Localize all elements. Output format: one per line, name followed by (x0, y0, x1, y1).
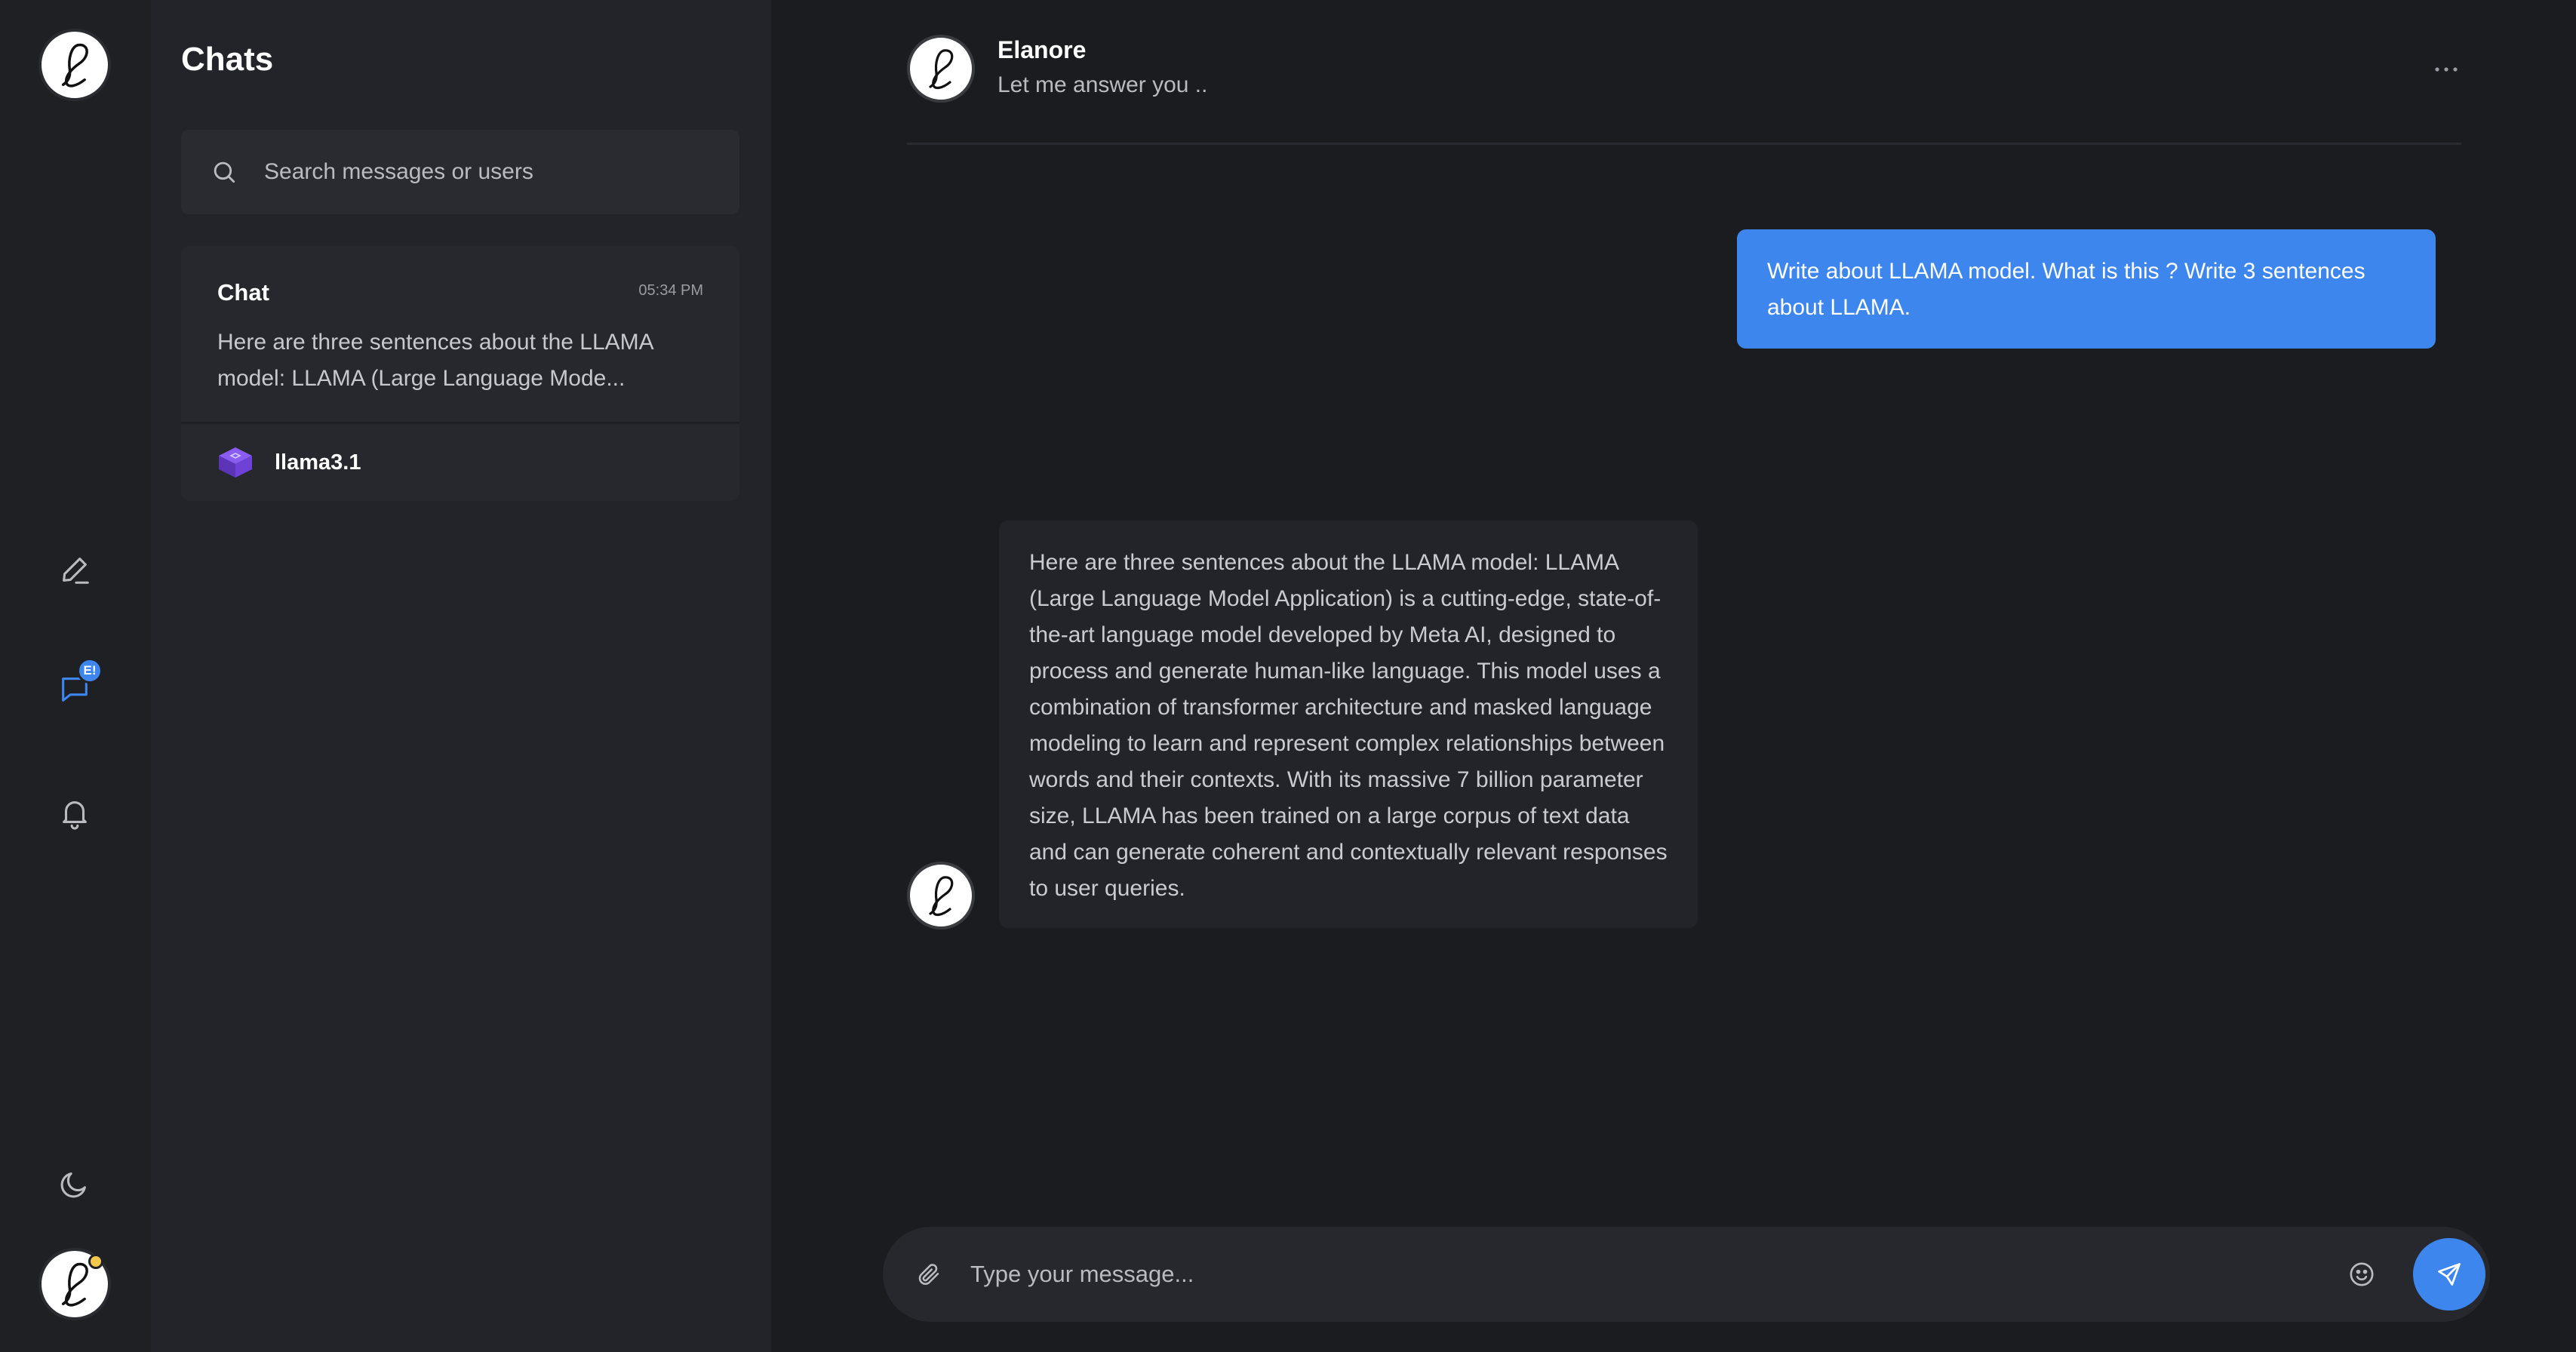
search-icon (214, 161, 235, 183)
script-l-logo-icon (48, 38, 101, 91)
chat-list-item[interactable]: Chat 05:34 PM Here are three sentences a… (181, 246, 739, 501)
conversation-pane: Elanore Let me answer you .. Write about… (771, 0, 2576, 1352)
contact-avatar[interactable] (907, 35, 975, 103)
moon-icon[interactable] (53, 1162, 97, 1206)
model-name: llama3.1 (275, 450, 361, 475)
chats-title: Chats (181, 41, 274, 78)
incoming-message: Here are three sentences about the LLAMA… (999, 521, 1698, 928)
send-plane-icon (2438, 1263, 2461, 1286)
more-options-button[interactable] (2431, 54, 2461, 84)
send-button[interactable] (2413, 1238, 2485, 1311)
smiley-icon (2350, 1262, 2374, 1286)
contact-status: Let me answer you .. (998, 72, 1208, 97)
paperclip-icon (918, 1264, 939, 1286)
chat-timestamp: 05:34 PM (638, 282, 703, 299)
left-rail: E! (0, 0, 151, 1352)
contact-name: Elanore (998, 36, 1087, 63)
conversation-header: Elanore Let me answer you .. (907, 35, 2461, 145)
ellipsis-icon (2435, 67, 2458, 72)
online-status-dot (88, 1254, 103, 1269)
search-box[interactable] (181, 130, 739, 214)
emoji-button[interactable] (2345, 1258, 2378, 1291)
chat-model-row[interactable]: llama3.1 (181, 424, 739, 501)
incoming-message-avatar (907, 862, 975, 930)
model-cube-icon (219, 447, 252, 478)
message-input[interactable] (970, 1261, 2345, 1288)
outgoing-message: Write about LLAMA model. What is this ? … (1737, 229, 2436, 349)
chat-list-item-body[interactable]: Chat 05:34 PM Here are three sentences a… (181, 246, 739, 424)
user-avatar[interactable] (38, 1248, 111, 1320)
chat-preview: Here are three sentences about the LLAMA… (217, 330, 653, 391)
chats-panel: Chats Chat 05:34 PM Here are three sente… (151, 0, 771, 1352)
search-input[interactable] (264, 159, 717, 185)
chat-icon[interactable]: E! (53, 658, 103, 711)
app-window: E! Chats Search messages or users Chat 0… (0, 0, 2576, 1352)
script-l-contact-icon (917, 45, 965, 93)
attach-button[interactable] (913, 1258, 945, 1290)
script-l-message-icon (917, 871, 965, 920)
unread-badge: E! (77, 658, 103, 684)
logo-avatar[interactable] (38, 29, 111, 101)
edit-icon[interactable] (53, 548, 97, 592)
message-composer (883, 1227, 2490, 1322)
chat-name: Chat (217, 279, 269, 306)
bell-icon[interactable] (53, 791, 97, 834)
